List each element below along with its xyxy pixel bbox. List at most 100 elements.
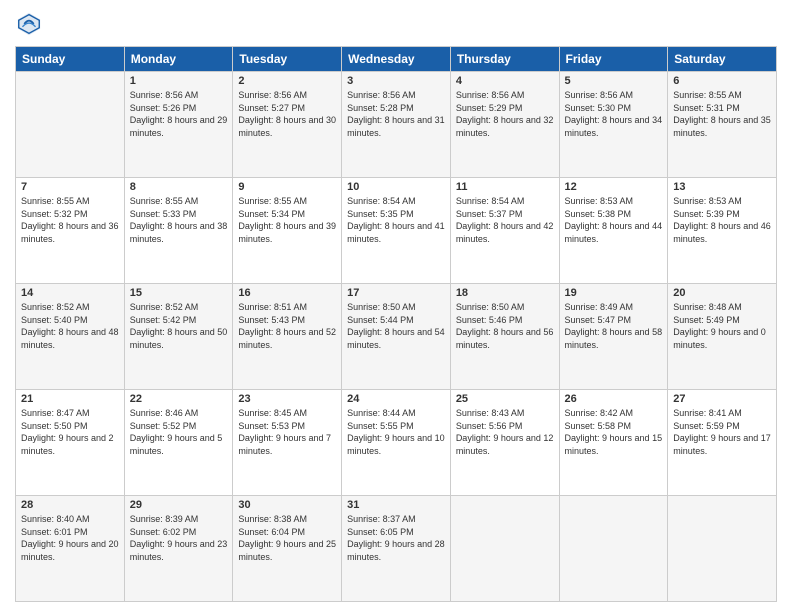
calendar-header: SundayMondayTuesdayWednesdayThursdayFrid…: [16, 47, 777, 72]
calendar-cell: 1 Sunrise: 8:56 AMSunset: 5:26 PMDaylight…: [124, 72, 233, 178]
day-info: Sunrise: 8:54 AMSunset: 5:37 PMDaylight:…: [456, 195, 554, 245]
day-info: Sunrise: 8:56 AMSunset: 5:26 PMDaylight:…: [130, 89, 228, 139]
day-number: 13: [673, 181, 771, 193]
calendar-cell: 20Sunrise: 8:48 AMSunset: 5:49 PMDayligh…: [668, 284, 777, 390]
weekday-header: Wednesday: [342, 47, 451, 72]
day-info: Sunrise: 8:56 AMSunset: 5:27 PMDaylight:…: [238, 89, 336, 139]
calendar-week-row: 21 Sunrise: 8:47 AMSunset: 5:50 PMDayligh…: [16, 390, 777, 496]
calendar-cell: 26 Sunrise: 8:42 AMSunset: 5:58 PMDayligh…: [559, 390, 668, 496]
day-info: Sunrise: 8:55 AMSunset: 5:32 PMDaylight:…: [21, 195, 119, 245]
calendar-cell: 11 Sunrise: 8:54 AMSunset: 5:37 PMDayligh…: [450, 178, 559, 284]
day-info: Sunrise: 8:47 AMSunset: 5:50 PMDaylight:…: [21, 407, 119, 457]
calendar-cell: 13 Sunrise: 8:53 AMSunset: 5:39 PMDayligh…: [668, 178, 777, 284]
day-info: Sunrise: 8:52 AMSunset: 5:40 PMDaylight:…: [21, 301, 119, 351]
day-info: Sunrise: 8:46 AMSunset: 5:52 PMDaylight:…: [130, 407, 228, 457]
calendar-body: 1 Sunrise: 8:56 AMSunset: 5:26 PMDaylight…: [16, 72, 777, 602]
calendar-cell: 8 Sunrise: 8:55 AMSunset: 5:33 PMDaylight…: [124, 178, 233, 284]
calendar-cell: 5 Sunrise: 8:56 AMSunset: 5:30 PMDaylight…: [559, 72, 668, 178]
calendar-week-row: 7 Sunrise: 8:55 AMSunset: 5:32 PMDaylight…: [16, 178, 777, 284]
day-info: Sunrise: 8:42 AMSunset: 5:58 PMDaylight:…: [565, 407, 663, 457]
day-info: Sunrise: 8:39 AMSunset: 6:02 PMDaylight:…: [130, 513, 228, 563]
day-number: 26: [565, 393, 663, 405]
weekday-header: Sunday: [16, 47, 125, 72]
day-info: Sunrise: 8:41 AMSunset: 5:59 PMDaylight:…: [673, 407, 771, 457]
calendar-cell: 28 Sunrise: 8:40 AMSunset: 6:01 PMDayligh…: [16, 496, 125, 602]
day-info: Sunrise: 8:43 AMSunset: 5:56 PMDaylight:…: [456, 407, 554, 457]
day-info: Sunrise: 8:40 AMSunset: 6:01 PMDaylight:…: [21, 513, 119, 563]
day-info: Sunrise: 8:38 AMSunset: 6:04 PMDaylight:…: [238, 513, 336, 563]
calendar-cell: 16 Sunrise: 8:51 AMSunset: 5:43 PMDayligh…: [233, 284, 342, 390]
calendar-cell: 18 Sunrise: 8:50 AMSunset: 5:46 PMDayligh…: [450, 284, 559, 390]
calendar-cell: 30Sunrise: 8:38 AMSunset: 6:04 PMDayligh…: [233, 496, 342, 602]
calendar-cell: 3Sunrise: 8:56 AMSunset: 5:28 PMDaylight…: [342, 72, 451, 178]
day-number: 24: [347, 393, 445, 405]
day-info: Sunrise: 8:56 AMSunset: 5:30 PMDaylight:…: [565, 89, 663, 139]
calendar-cell: [16, 72, 125, 178]
calendar-cell: 27 Sunrise: 8:41 AMSunset: 5:59 PMDayligh…: [668, 390, 777, 496]
calendar-week-row: 1 Sunrise: 8:56 AMSunset: 5:26 PMDaylight…: [16, 72, 777, 178]
day-number: 17: [347, 287, 445, 299]
calendar-cell: [668, 496, 777, 602]
day-info: Sunrise: 8:48 AMSunset: 5:49 PMDaylight:…: [673, 301, 771, 351]
calendar-table: SundayMondayTuesdayWednesdayThursdayFrid…: [15, 46, 777, 602]
weekday-header: Thursday: [450, 47, 559, 72]
calendar-cell: 15Sunrise: 8:52 AMSunset: 5:42 PMDayligh…: [124, 284, 233, 390]
day-number: 3: [347, 75, 445, 87]
day-number: 27: [673, 393, 771, 405]
calendar-cell: 23 Sunrise: 8:45 AMSunset: 5:53 PMDayligh…: [233, 390, 342, 496]
day-info: Sunrise: 8:45 AMSunset: 5:53 PMDaylight:…: [238, 407, 336, 457]
day-info: Sunrise: 8:52 AMSunset: 5:42 PMDaylight:…: [130, 301, 228, 351]
calendar-cell: 9 Sunrise: 8:55 AMSunset: 5:34 PMDaylight…: [233, 178, 342, 284]
calendar-cell: 14 Sunrise: 8:52 AMSunset: 5:40 PMDayligh…: [16, 284, 125, 390]
day-number: 23: [238, 393, 336, 405]
weekday-header: Saturday: [668, 47, 777, 72]
day-number: 14: [21, 287, 119, 299]
day-number: 1: [130, 75, 228, 87]
day-number: 19: [565, 287, 663, 299]
day-number: 7: [21, 181, 119, 193]
calendar-week-row: 14 Sunrise: 8:52 AMSunset: 5:40 PMDayligh…: [16, 284, 777, 390]
calendar-cell: 25 Sunrise: 8:43 AMSunset: 5:56 PMDayligh…: [450, 390, 559, 496]
calendar-cell: 31 Sunrise: 8:37 AMSunset: 6:05 PMDayligh…: [342, 496, 451, 602]
calendar-cell: 19Sunrise: 8:49 AMSunset: 5:47 PMDayligh…: [559, 284, 668, 390]
logo-icon: [15, 10, 43, 38]
day-number: 28: [21, 499, 119, 511]
day-info: Sunrise: 8:50 AMSunset: 5:46 PMDaylight:…: [456, 301, 554, 351]
calendar-cell: 10 Sunrise: 8:54 AMSunset: 5:35 PMDayligh…: [342, 178, 451, 284]
calendar-cell: 24 Sunrise: 8:44 AMSunset: 5:55 PMDayligh…: [342, 390, 451, 496]
day-info: Sunrise: 8:56 AMSunset: 5:29 PMDaylight:…: [456, 89, 554, 139]
day-number: 5: [565, 75, 663, 87]
calendar-cell: [450, 496, 559, 602]
day-info: Sunrise: 8:53 AMSunset: 5:38 PMDaylight:…: [565, 195, 663, 245]
day-number: 6: [673, 75, 771, 87]
day-number: 18: [456, 287, 554, 299]
calendar-cell: [559, 496, 668, 602]
day-info: Sunrise: 8:55 AMSunset: 5:33 PMDaylight:…: [130, 195, 228, 245]
day-info: Sunrise: 8:37 AMSunset: 6:05 PMDaylight:…: [347, 513, 445, 563]
weekday-header: Monday: [124, 47, 233, 72]
day-number: 16: [238, 287, 336, 299]
header: [15, 10, 777, 38]
day-number: 31: [347, 499, 445, 511]
day-info: Sunrise: 8:55 AMSunset: 5:34 PMDaylight:…: [238, 195, 336, 245]
day-number: 11: [456, 181, 554, 193]
calendar-week-row: 28 Sunrise: 8:40 AMSunset: 6:01 PMDayligh…: [16, 496, 777, 602]
day-info: Sunrise: 8:54 AMSunset: 5:35 PMDaylight:…: [347, 195, 445, 245]
calendar-cell: 17Sunrise: 8:50 AMSunset: 5:44 PMDayligh…: [342, 284, 451, 390]
day-number: 25: [456, 393, 554, 405]
day-number: 4: [456, 75, 554, 87]
day-info: Sunrise: 8:44 AMSunset: 5:55 PMDaylight:…: [347, 407, 445, 457]
page: SundayMondayTuesdayWednesdayThursdayFrid…: [0, 0, 792, 612]
calendar-cell: 4 Sunrise: 8:56 AMSunset: 5:29 PMDaylight…: [450, 72, 559, 178]
day-info: Sunrise: 8:51 AMSunset: 5:43 PMDaylight:…: [238, 301, 336, 351]
day-number: 10: [347, 181, 445, 193]
calendar-cell: 29Sunrise: 8:39 AMSunset: 6:02 PMDayligh…: [124, 496, 233, 602]
day-number: 21: [21, 393, 119, 405]
day-info: Sunrise: 8:55 AMSunset: 5:31 PMDaylight:…: [673, 89, 771, 139]
day-number: 8: [130, 181, 228, 193]
calendar-cell: 22Sunrise: 8:46 AMSunset: 5:52 PMDayligh…: [124, 390, 233, 496]
calendar-cell: 6 Sunrise: 8:55 AMSunset: 5:31 PMDaylight…: [668, 72, 777, 178]
weekday-header: Friday: [559, 47, 668, 72]
day-info: Sunrise: 8:53 AMSunset: 5:39 PMDaylight:…: [673, 195, 771, 245]
day-number: 9: [238, 181, 336, 193]
